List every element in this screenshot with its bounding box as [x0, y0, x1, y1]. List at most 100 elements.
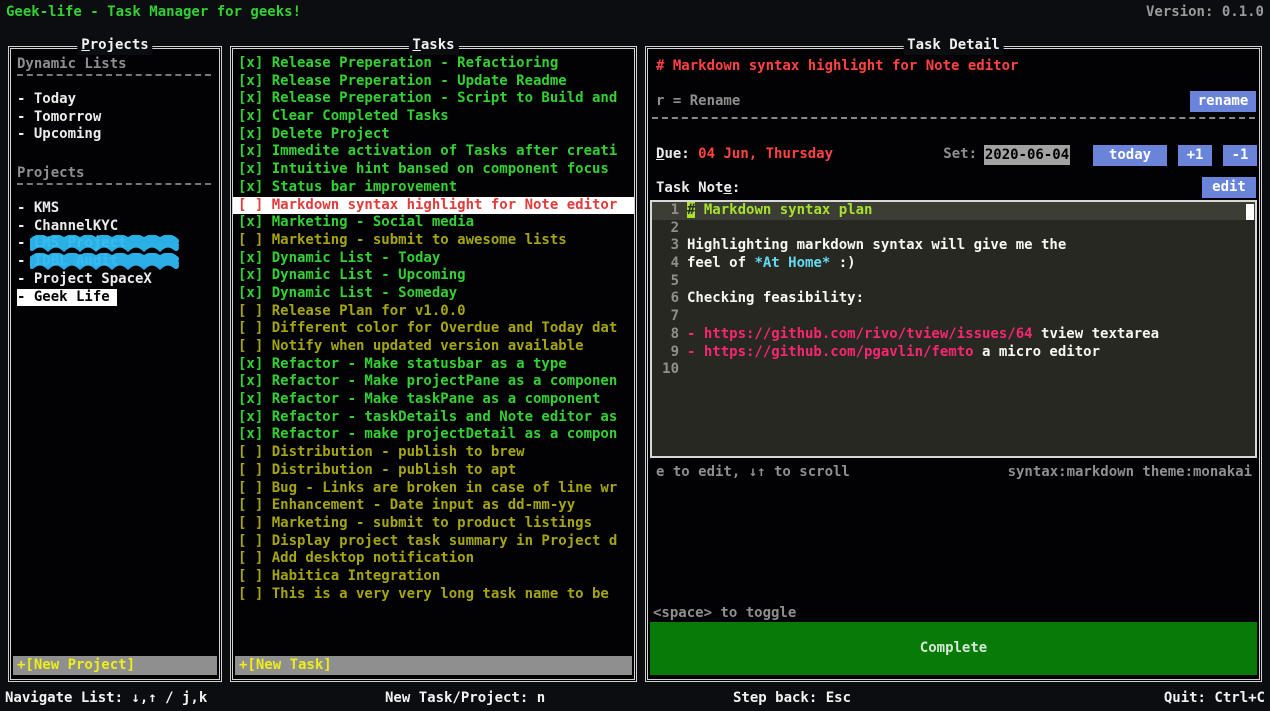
- complete-button[interactable]: Complete: [650, 622, 1257, 675]
- task-row[interactable]: [x] Refactor - Make statusbar as a type: [233, 356, 634, 374]
- task-row[interactable]: [ ] This is a very very long task name t…: [233, 586, 634, 604]
- minus-one-button[interactable]: -1: [1223, 145, 1257, 166]
- scribble-redaction-icon: [30, 253, 188, 270]
- task-row[interactable]: [x] Release Preperation - Update Readme: [233, 73, 634, 91]
- task-row[interactable]: [x] Refactor - make projectDetail as a c…: [233, 426, 634, 444]
- project-item-label: - Today: [17, 91, 83, 109]
- new-task-button[interactable]: +[New Task]: [235, 656, 632, 675]
- editor-text-segment: -: [687, 344, 704, 360]
- editor-line-number: 2: [655, 220, 679, 238]
- sidebar-item-kms[interactable]: - KMS: [17, 200, 219, 218]
- editor-line-number: 10: [655, 361, 679, 379]
- editor-line-number: 3: [655, 237, 679, 255]
- task-row[interactable]: [x] Dynamic List - Today: [233, 250, 634, 268]
- editor-line-number: 4: [655, 255, 679, 273]
- task-row[interactable]: [ ] Notify when updated version availabl…: [233, 338, 634, 356]
- task-row[interactable]: [ ] Marketing - submit to awesome lists: [233, 232, 634, 250]
- editor-text-segment: feel of: [687, 255, 754, 271]
- task-row[interactable]: [x] Delete Project: [233, 126, 634, 144]
- version-label: Version: 0.1.0: [1146, 4, 1264, 22]
- projects-panel-title: Projects: [77, 37, 152, 55]
- task-row[interactable]: [ ] Habitica Integration: [233, 568, 634, 586]
- statusbar-new-task: New Task/Project: n: [385, 690, 545, 708]
- status-bar: Navigate List: ↓,↑ / j,k New Task/Projec…: [0, 688, 1270, 711]
- task-row[interactable]: [ ] Display project task summary in Proj…: [233, 533, 634, 551]
- task-row[interactable]: [ ] Marketing - submit to product listin…: [233, 515, 634, 533]
- editor-text-segment: Checking feasibility:: [687, 290, 864, 306]
- sidebar-item-project-spacex[interactable]: - Project SpaceX: [17, 271, 219, 289]
- task-row[interactable]: [x] Refactor - Make taskPane as a compon…: [233, 391, 634, 409]
- task-row[interactable]: [x] Marketing - Social media: [233, 214, 634, 232]
- editor-scrollbar-thumb[interactable]: [1246, 204, 1254, 220]
- task-row[interactable]: [x] Dynamic List - Upcoming: [233, 267, 634, 285]
- today-button[interactable]: today: [1093, 145, 1167, 166]
- note-editor-lines: 1# Markdown syntax plan23 Highlighting ma…: [652, 202, 1255, 379]
- toggle-hint: <space> to toggle: [653, 605, 796, 623]
- sidebar-item-today[interactable]: - Today: [17, 91, 219, 109]
- editor-line-number: 9: [655, 344, 679, 362]
- scribble-redaction-icon: [30, 235, 188, 252]
- task-row[interactable]: [x] Clear Completed Tasks: [233, 108, 634, 126]
- editor-line: 4feel of *At Home* :): [652, 255, 1255, 273]
- editor-line-number: 5: [655, 273, 679, 291]
- editor-text-segment: tview textarea: [1033, 326, 1159, 342]
- editor-line: 5: [652, 273, 1255, 291]
- sidebar-item-idbl-audit[interactable]: - IDBL Audit: [17, 253, 219, 271]
- task-row[interactable]: [x] Refactor - taskDetails and Note edit…: [233, 409, 634, 427]
- projects-panel: Projects Dynamic Lists- Today- Tomorrow-…: [8, 46, 222, 682]
- task-row[interactable]: [ ] Enhancement - Date input as dd-mm-yy: [233, 497, 634, 515]
- task-row[interactable]: [ ] Distribution - publish to brew: [233, 444, 634, 462]
- task-row[interactable]: [ ] Add desktop notification: [233, 550, 634, 568]
- new-project-button[interactable]: +[New Project]: [13, 656, 217, 675]
- task-row[interactable]: [x] Release Preperation - Refactioring: [233, 55, 634, 73]
- edit-button[interactable]: edit: [1202, 177, 1256, 198]
- task-detail-panel-title: Task Detail: [903, 37, 1004, 55]
- editor-syntax-theme: syntax:markdown theme:monakai: [1008, 464, 1252, 482]
- plus-one-button[interactable]: +1: [1178, 145, 1212, 166]
- project-item-label: - Upcoming: [17, 126, 108, 144]
- tasks-panel-title: Tasks: [408, 37, 458, 55]
- tasks-list: [x] Release Preperation - Refactioring[x…: [233, 49, 634, 603]
- editor-line: 1# Markdown syntax plan: [652, 202, 1255, 220]
- editor-text-segment: Markdown syntax plan: [695, 202, 872, 218]
- editor-text-segment: Highlighting markdown syntax will give m…: [687, 237, 1066, 253]
- task-row[interactable]: [ ] Different color for Overdue and Toda…: [233, 320, 634, 338]
- rename-button[interactable]: rename: [1190, 91, 1256, 112]
- task-row[interactable]: [ ] Bug - Links are broken in case of li…: [233, 480, 634, 498]
- statusbar-navigate: Navigate List: ↓,↑ / j,k: [5, 690, 207, 708]
- task-row[interactable]: [x] Refactor - Make projectPane as a com…: [233, 373, 634, 391]
- project-item-label: - KMS: [17, 200, 66, 218]
- sidebar-item-geek-life[interactable]: - Geek Life: [17, 289, 219, 307]
- task-row[interactable]: [x] Intuitive hint bansed on component f…: [233, 161, 634, 179]
- rename-hint: r = Rename: [656, 93, 740, 111]
- editor-line-number: 6: [655, 290, 679, 308]
- sidebar-item-channelkyc[interactable]: - ChannelKYC: [17, 218, 219, 236]
- tasks-panel: Tasks [x] Release Preperation - Refactio…: [230, 46, 637, 682]
- date-input[interactable]: 2020-06-04: [984, 145, 1070, 165]
- editor-text-segment: a micro editor: [974, 344, 1100, 360]
- note-editor[interactable]: 1# Markdown syntax plan23 Highlighting ma…: [650, 200, 1257, 458]
- separator: [652, 117, 1255, 119]
- statusbar-quit: Quit: Ctrl+C: [1164, 690, 1265, 708]
- task-row[interactable]: [x] Status bar improvement: [233, 179, 634, 197]
- task-note-label: Task Note:: [656, 180, 740, 198]
- task-row[interactable]: [x] Immedite activation of Tasks after c…: [233, 143, 634, 161]
- task-row[interactable]: [ ] Release Plan for v1.0.0: [233, 303, 634, 321]
- editor-line: 3 Highlighting markdown syntax will give …: [652, 237, 1255, 255]
- projects-list: Dynamic Lists- Today- Tomorrow- Upcoming…: [11, 49, 219, 306]
- editor-line: 8- https://github.com/rivo/tview/issues/…: [652, 326, 1255, 344]
- task-row[interactable]: [ ] Distribution - publish to apt: [233, 462, 634, 480]
- projects-section-header: Projects: [17, 165, 211, 185]
- task-row[interactable]: [ ] Markdown syntax highlight for Note e…: [233, 197, 634, 215]
- sidebar-item-tomorrow[interactable]: - Tomorrow: [17, 109, 219, 127]
- section-gap: [17, 144, 219, 165]
- task-row[interactable]: [x] Dynamic List - Someday: [233, 285, 634, 303]
- editor-text-segment: *At Home*: [754, 255, 830, 271]
- editor-line-number: 1: [655, 202, 679, 220]
- app-title: Geek-life - Task Manager for geeks!: [6, 4, 301, 22]
- editor-line-number: 7: [655, 308, 679, 326]
- app-screen: Geek-life - Task Manager for geeks! Vers…: [0, 0, 1270, 711]
- sidebar-item-lms-project[interactable]: - LMS Project: [17, 235, 219, 253]
- task-row[interactable]: [x] Release Preperation - Script to Buil…: [233, 90, 634, 108]
- sidebar-item-upcoming[interactable]: - Upcoming: [17, 126, 219, 144]
